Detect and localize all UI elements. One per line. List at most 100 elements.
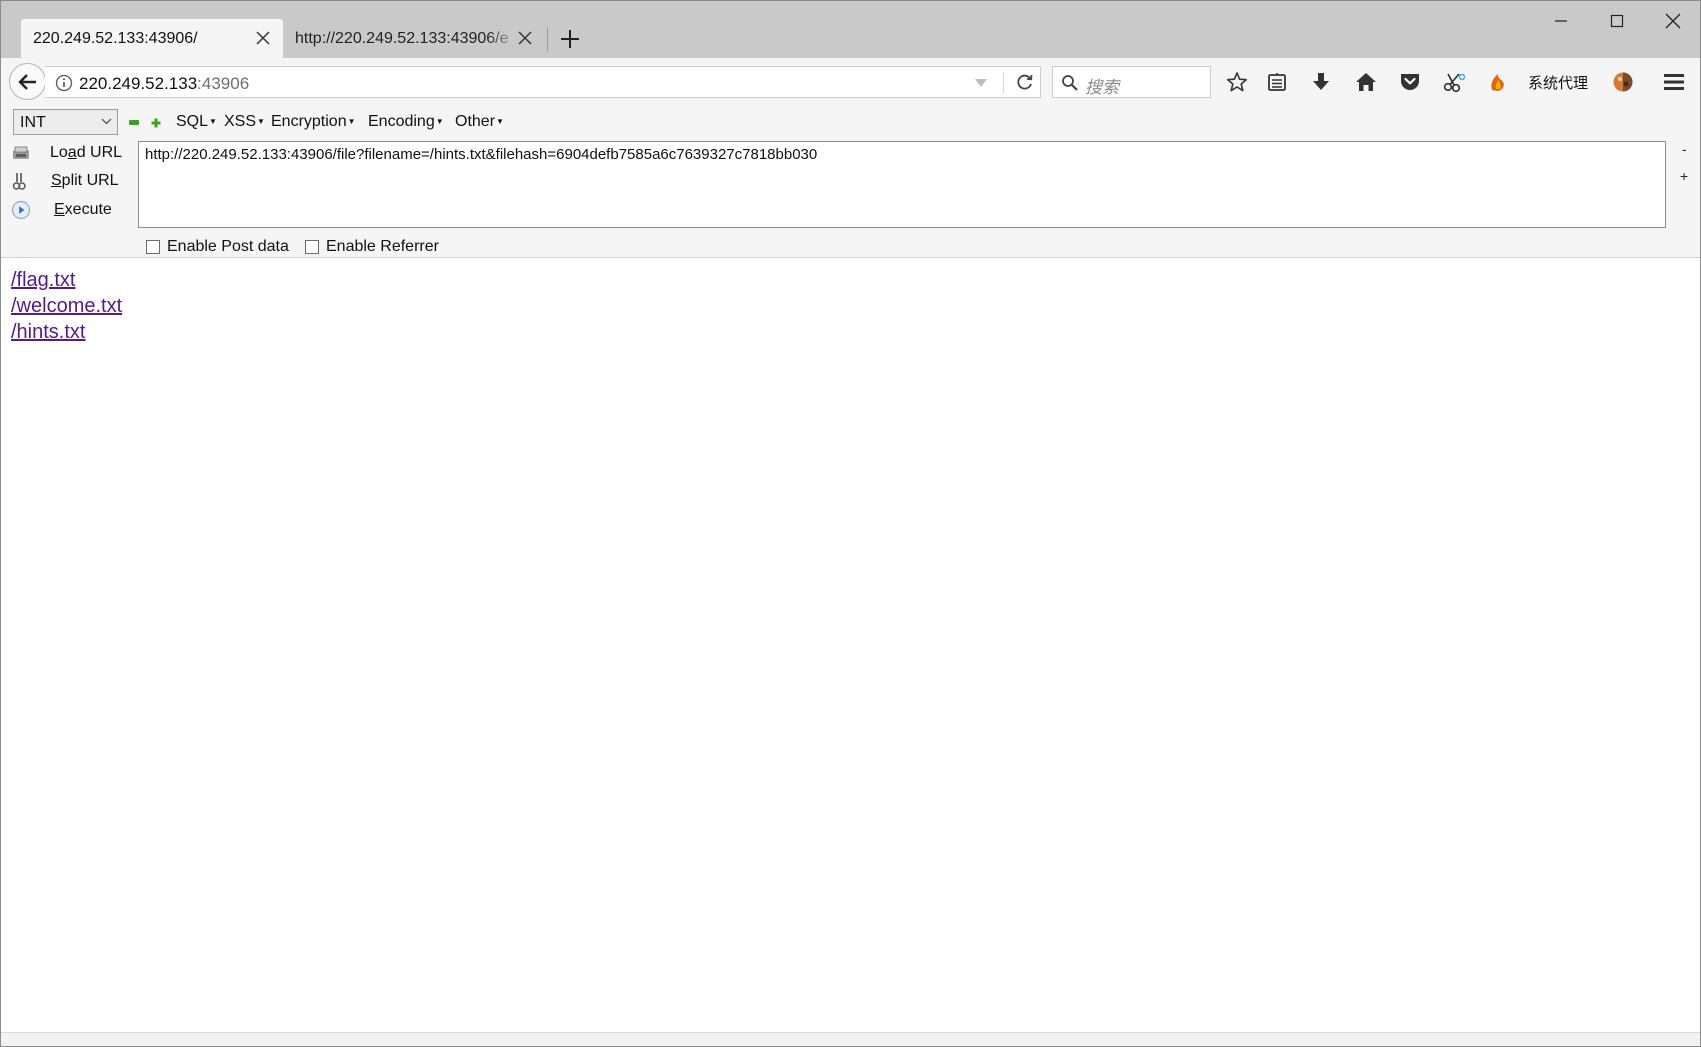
encryption-menu[interactable]: Encryption▼ <box>271 113 356 131</box>
back-button[interactable] <box>9 63 46 100</box>
reload-icon[interactable] <box>1015 72 1035 92</box>
decrease-icon[interactable] <box>129 120 139 125</box>
file-link-hints[interactable]: /hints.txt <box>11 321 85 344</box>
extension-scissors-button[interactable] <box>1443 70 1467 94</box>
type-select[interactable]: INT <box>13 109 118 135</box>
search-icon <box>1062 75 1078 91</box>
xss-menu-label: XSS <box>224 113 257 130</box>
enable-post-label: Enable Post data <box>167 238 289 255</box>
profile-button[interactable] <box>1611 70 1635 94</box>
url-separator <box>1003 72 1004 94</box>
zoom-out-button[interactable]: - <box>1682 141 1687 157</box>
execute-label-post: xecute <box>64 201 112 218</box>
caret-down-icon: ▼ <box>257 117 265 126</box>
pocket-button[interactable] <box>1398 70 1422 94</box>
enable-referrer-label: Enable Referrer <box>326 238 439 255</box>
split-url-access-key: S <box>51 172 62 189</box>
search-box[interactable]: 搜索 <box>1052 66 1211 98</box>
maximize-icon <box>1610 14 1624 28</box>
menu-button[interactable] <box>1662 70 1686 94</box>
info-icon[interactable] <box>55 74 73 92</box>
sql-menu-label: SQL <box>176 113 209 130</box>
load-url-icon <box>13 146 29 159</box>
plus-icon <box>561 30 579 48</box>
hamburger-menu-icon <box>1664 74 1684 90</box>
tab-strip: 220.249.52.133:43906/ http://220.249.52.… <box>1 1 1700 58</box>
enable-post-checkbox[interactable] <box>146 240 160 254</box>
minimize-button[interactable] <box>1533 5 1589 37</box>
tab-separator <box>547 27 548 51</box>
tab-active[interactable]: 220.249.52.133:43906/ <box>21 19 283 58</box>
tab-close-icon[interactable] <box>255 30 271 46</box>
page-content: /flag.txt /welcome.txt /hints.txt <box>1 258 1700 1033</box>
browser-window: 220.249.52.133:43906/ http://220.249.52.… <box>0 0 1701 1047</box>
minimize-icon <box>1555 20 1567 22</box>
url-text: 220.249.52.133:43906 <box>79 74 249 94</box>
downloads-button[interactable] <box>1309 70 1333 94</box>
execute-label: Execute <box>54 201 112 219</box>
bookmark-star-button[interactable] <box>1225 70 1249 94</box>
tab-title: http://220.249.52.133:43906/e <box>295 30 509 47</box>
load-url-button[interactable]: Load URL <box>11 140 131 166</box>
status-bar <box>1 1032 1700 1046</box>
reading-list-icon <box>1268 73 1286 91</box>
sql-menu[interactable]: SQL▼ <box>176 113 217 131</box>
execute-access-key: E <box>54 201 65 218</box>
url-port: :43906 <box>197 74 250 93</box>
enable-referrer-checkbox[interactable] <box>305 240 319 254</box>
scissors-icon <box>1443 73 1466 93</box>
new-tab-button[interactable] <box>556 25 584 53</box>
caret-down-icon: ▼ <box>347 117 356 126</box>
hackbar-url-textarea[interactable]: http://220.249.52.133:43906/file?filenam… <box>138 141 1666 228</box>
file-link-welcome[interactable]: /welcome.txt <box>11 295 122 318</box>
navigation-bar: 220.249.52.133:43906 搜索 系统代理 <box>1 58 1700 105</box>
close-icon <box>1665 13 1681 29</box>
split-url-label-post: plit URL <box>61 172 119 189</box>
avatar-icon <box>1613 72 1633 92</box>
load-url-access-key: a <box>67 144 77 161</box>
search-placeholder: 搜索 <box>1085 78 1119 97</box>
file-link-flag[interactable]: /flag.txt <box>11 269 75 292</box>
other-menu[interactable]: Other▼ <box>455 113 504 131</box>
encryption-menu-label: Encryption <box>271 113 347 130</box>
caret-down-icon: ▼ <box>435 117 444 126</box>
other-menu-label: Other <box>455 113 496 130</box>
address-bar[interactable]: 220.249.52.133:43906 <box>45 66 1041 98</box>
execute-play-icon <box>11 200 31 220</box>
maximize-button[interactable] <box>1589 5 1645 37</box>
encoding-menu-label: Encoding <box>368 113 435 130</box>
home-icon <box>1356 73 1376 91</box>
load-url-label-pre: Lo <box>50 144 68 161</box>
tab-title: 220.249.52.133:43906/ <box>33 30 198 47</box>
tab-inactive[interactable]: http://220.249.52.133:43906/e <box>283 19 543 58</box>
proxy-extension-button[interactable] <box>1486 70 1510 94</box>
url-host: 220.249.52.133 <box>79 74 198 93</box>
hackbar-panel: INT SQL▼ XSS▼ Encryption▼ Encoding▼ Othe… <box>1 105 1700 258</box>
download-arrow-icon <box>1313 73 1329 90</box>
chevron-down-icon <box>101 118 112 125</box>
split-url-label: Split URL <box>51 172 119 190</box>
history-dropdown-icon[interactable] <box>975 78 987 88</box>
star-icon <box>1226 72 1248 92</box>
execute-button[interactable]: Execute <box>11 197 131 223</box>
home-button[interactable] <box>1354 70 1378 94</box>
tab-close-icon[interactable] <box>517 30 533 46</box>
enable-post-option[interactable]: Enable Post data <box>146 236 289 258</box>
close-window-button[interactable] <box>1645 5 1700 37</box>
pocket-icon <box>1401 74 1419 90</box>
increase-icon[interactable] <box>151 118 161 128</box>
caret-down-icon: ▼ <box>209 117 217 126</box>
enable-referrer-option[interactable]: Enable Referrer <box>305 236 439 258</box>
caret-down-icon: ▼ <box>496 117 504 126</box>
load-url-label-post: d URL <box>76 144 123 161</box>
type-select-value: INT <box>20 114 46 131</box>
zoom-in-button[interactable]: + <box>1680 168 1688 184</box>
load-url-label: Load URL <box>50 144 122 162</box>
fox-proxy-icon <box>1491 74 1504 91</box>
bookmarks-menu-button[interactable] <box>1265 70 1289 94</box>
back-arrow-icon <box>17 73 36 90</box>
split-url-button[interactable]: Split URL <box>11 168 131 194</box>
encoding-menu[interactable]: Encoding▼ <box>368 113 444 131</box>
proxy-label[interactable]: 系统代理 <box>1528 72 1588 93</box>
xss-menu[interactable]: XSS▼ <box>224 113 265 131</box>
